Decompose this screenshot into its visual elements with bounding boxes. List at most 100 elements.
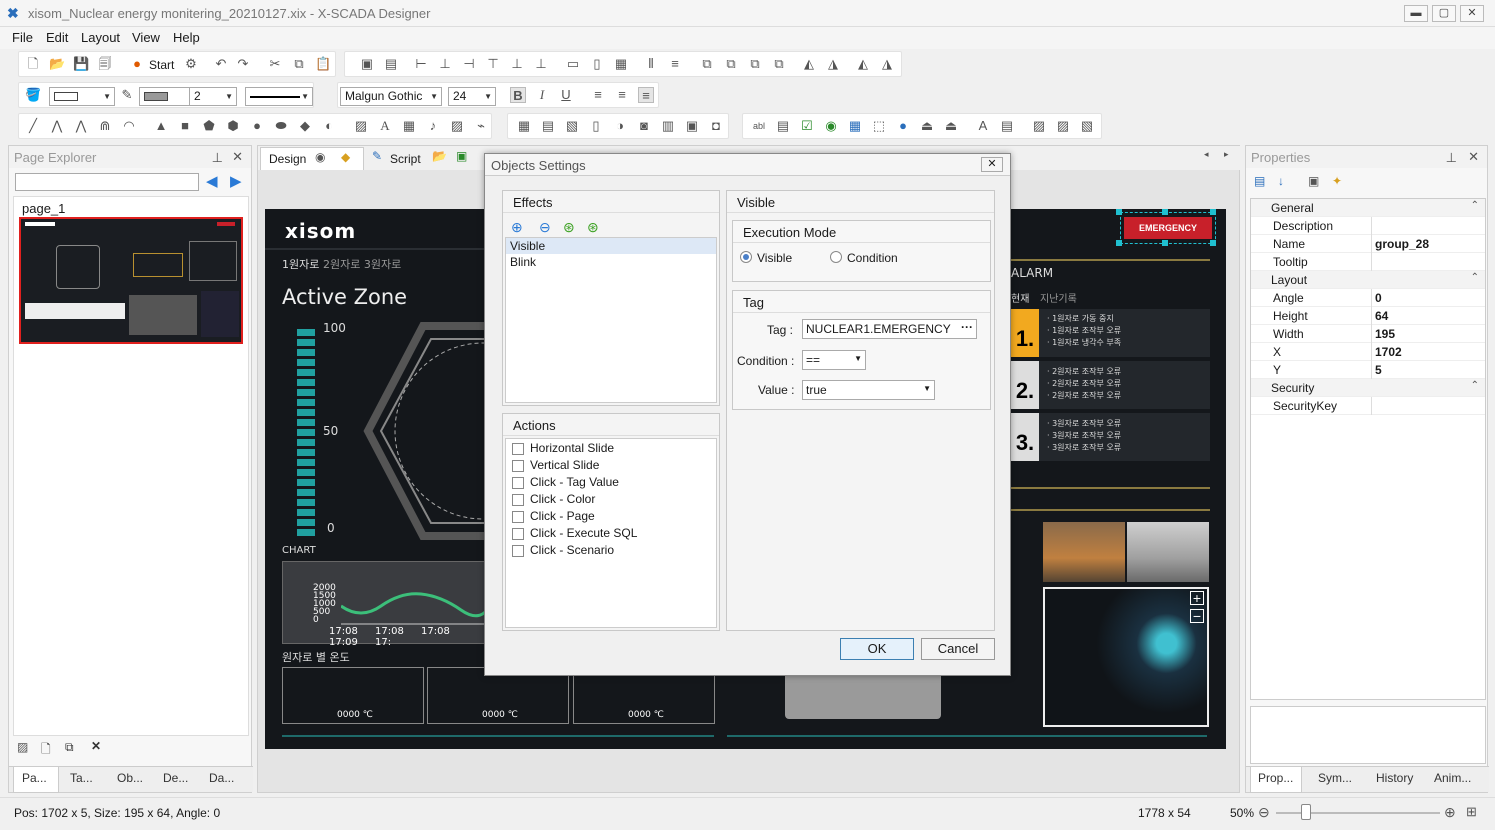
group-icon[interactable]: ▣ bbox=[359, 56, 375, 72]
ungroup-icon[interactable]: ▤ bbox=[383, 56, 399, 72]
page-thumbnail[interactable] bbox=[19, 217, 243, 344]
radio-visible[interactable] bbox=[740, 251, 752, 263]
tag-browse-button[interactable]: ··· bbox=[961, 320, 973, 334]
bring-forward-icon[interactable]: ⧉ bbox=[747, 56, 763, 72]
preview-icon[interactable]: ◉ bbox=[315, 150, 325, 164]
pipe-tool-icon[interactable]: ⌁ bbox=[473, 118, 489, 134]
align-left-icon[interactable]: ⊢ bbox=[413, 56, 429, 72]
pie-tool-icon[interactable]: ◆ bbox=[297, 118, 313, 134]
symbol-4-icon[interactable]: ▯ bbox=[588, 118, 604, 134]
text-tool-icon[interactable]: A bbox=[377, 118, 393, 134]
symbol-5-icon[interactable]: ◑ bbox=[612, 118, 628, 134]
arc-tool-icon[interactable]: ◠ bbox=[121, 118, 137, 134]
font-family-select[interactable]: Malgun Gothic ▼ bbox=[340, 87, 442, 106]
maximize-button[interactable]: ▢ bbox=[1432, 5, 1456, 22]
prev-page-icon[interactable]: ◀ bbox=[206, 172, 218, 190]
radio-condition[interactable] bbox=[830, 251, 842, 263]
menu-help[interactable]: Help bbox=[173, 30, 200, 45]
bold-button[interactable]: B bbox=[510, 87, 526, 103]
delete-page-icon[interactable]: ✕ bbox=[91, 739, 101, 753]
text-align-left-icon[interactable]: ≡ bbox=[590, 87, 606, 103]
symbol-9-icon[interactable]: ◘ bbox=[708, 118, 724, 134]
next-page-icon[interactable]: ▶ bbox=[230, 172, 242, 190]
debug-icon[interactable]: ⚙ bbox=[183, 56, 199, 72]
list-control-icon[interactable]: ▤ bbox=[999, 118, 1015, 134]
tab-script[interactable]: ✎ Script 📂 ▣ bbox=[368, 147, 486, 170]
property-value[interactable]: group_28 bbox=[1371, 235, 1487, 253]
text-align-right-icon[interactable]: ≡ bbox=[638, 87, 654, 103]
move-down-icon[interactable]: ⊛ bbox=[563, 219, 575, 236]
web-control-icon[interactable]: ● bbox=[895, 118, 911, 134]
rotate-right-icon[interactable]: ◮ bbox=[879, 56, 895, 72]
open-folder-icon[interactable]: 📂 bbox=[49, 56, 65, 72]
tag-input[interactable]: NUCLEAR1.EMERGENCY ··· bbox=[802, 319, 977, 339]
undo-icon[interactable]: ↶ bbox=[213, 56, 229, 72]
property-row[interactable]: Angle 0 bbox=[1251, 289, 1485, 307]
action-checkbox-horizontal-slide[interactable] bbox=[512, 443, 524, 455]
same-size-icon[interactable]: ▦ bbox=[613, 56, 629, 72]
align-top-icon[interactable]: ⊤ bbox=[485, 56, 501, 72]
curve-tool-icon[interactable]: ⋒ bbox=[97, 118, 113, 134]
action-checkbox-vertical-slide[interactable] bbox=[512, 460, 524, 472]
line-width-select[interactable]: 2 ▼ bbox=[189, 87, 237, 106]
zoom-in-button[interactable]: ⊕ bbox=[1444, 804, 1456, 821]
action-checkbox-click-scenario[interactable] bbox=[512, 545, 524, 557]
property-row[interactable]: SecurityKey bbox=[1251, 397, 1485, 415]
alarm-control-icon[interactable]: ⏏ bbox=[943, 118, 959, 134]
open-script-icon[interactable]: 📂 bbox=[432, 149, 447, 163]
property-category[interactable]: Layout ⌃ bbox=[1251, 271, 1485, 289]
pin-icon[interactable]: ⊥ bbox=[212, 150, 223, 166]
tab-database[interactable]: Da... bbox=[209, 771, 234, 785]
lamp-control-icon[interactable]: ⏏ bbox=[919, 118, 935, 134]
tab-history[interactable]: History bbox=[1376, 771, 1413, 785]
condition-select[interactable]: == ▼ bbox=[802, 350, 866, 370]
align-right-icon[interactable]: ⊣ bbox=[461, 56, 477, 72]
properties-pin-icon[interactable]: ⊥ bbox=[1446, 150, 1457, 166]
property-value[interactable]: 0 bbox=[1371, 289, 1487, 307]
property-row[interactable]: Name group_28 bbox=[1251, 235, 1485, 253]
remove-effect-icon[interactable]: ⊖ bbox=[539, 219, 551, 236]
chord-tool-icon[interactable]: ◐ bbox=[321, 118, 337, 134]
save-icon[interactable]: 💾 bbox=[73, 56, 89, 72]
same-height-icon[interactable]: ▯ bbox=[589, 56, 605, 72]
tab-tags[interactable]: Ta... bbox=[70, 771, 93, 785]
space-v-icon[interactable]: ≡ bbox=[667, 56, 683, 72]
flip-v-icon[interactable]: ◮ bbox=[825, 56, 841, 72]
trend-control-icon[interactable]: ▨ bbox=[1031, 118, 1047, 134]
tab-objects[interactable]: Ob... bbox=[117, 771, 143, 785]
fill-color-icon[interactable]: 🪣 bbox=[25, 87, 41, 103]
hexagon-tool-icon[interactable]: ⬢ bbox=[225, 118, 241, 134]
triangle-tool-icon[interactable]: ▲ bbox=[153, 118, 169, 134]
copy-page-icon[interactable]: ⧉ bbox=[65, 740, 74, 755]
sort-az-icon[interactable]: ↓ bbox=[1278, 174, 1284, 188]
close-button[interactable]: ✕ bbox=[1460, 5, 1484, 22]
label-control-icon[interactable]: abl bbox=[751, 118, 767, 134]
same-width-icon[interactable]: ▭ bbox=[565, 56, 581, 72]
categorized-icon[interactable]: ▤ bbox=[1254, 174, 1265, 188]
add-effect-icon[interactable]: ⊕ bbox=[511, 219, 523, 236]
send-backward-icon[interactable]: ⧉ bbox=[771, 56, 787, 72]
cut-icon[interactable]: ✂ bbox=[267, 56, 283, 72]
rotate-left-icon[interactable]: ◭ bbox=[855, 56, 871, 72]
emergency-selection[interactable]: EMERGENCY bbox=[1120, 212, 1216, 244]
action-checkbox-click-tag-value[interactable] bbox=[512, 477, 524, 489]
property-value[interactable]: 5 bbox=[1371, 361, 1487, 379]
symbol-7-icon[interactable]: ▥ bbox=[660, 118, 676, 134]
image-tool-icon[interactable]: ▨ bbox=[353, 118, 369, 134]
action-checkbox-click-execute-sql[interactable] bbox=[512, 528, 524, 540]
rectangle-tool-icon[interactable]: ■ bbox=[177, 118, 193, 134]
symbol-8-icon[interactable]: ▣ bbox=[684, 118, 700, 134]
redo-icon[interactable]: ↷ bbox=[235, 56, 251, 72]
property-pages-icon[interactable]: ▣ bbox=[1308, 174, 1319, 188]
save-all-icon[interactable]: 🗐 bbox=[97, 56, 113, 72]
minimize-button[interactable]: ▬ bbox=[1404, 5, 1428, 22]
property-row[interactable]: Height 64 bbox=[1251, 307, 1485, 325]
symbol-6-icon[interactable]: ◙ bbox=[636, 118, 652, 134]
polyline-tool-icon[interactable]: ⋀ bbox=[49, 118, 65, 134]
tab-devices[interactable]: De... bbox=[163, 771, 188, 785]
start-icon[interactable]: ● bbox=[129, 56, 145, 72]
scroll-tabs-left-icon[interactable]: ◂ bbox=[1204, 149, 1209, 160]
align-bottom-icon[interactable]: ⊥ bbox=[533, 56, 549, 72]
align-middle-icon[interactable]: ⊥ bbox=[509, 56, 525, 72]
cancel-button[interactable]: Cancel bbox=[921, 638, 995, 660]
